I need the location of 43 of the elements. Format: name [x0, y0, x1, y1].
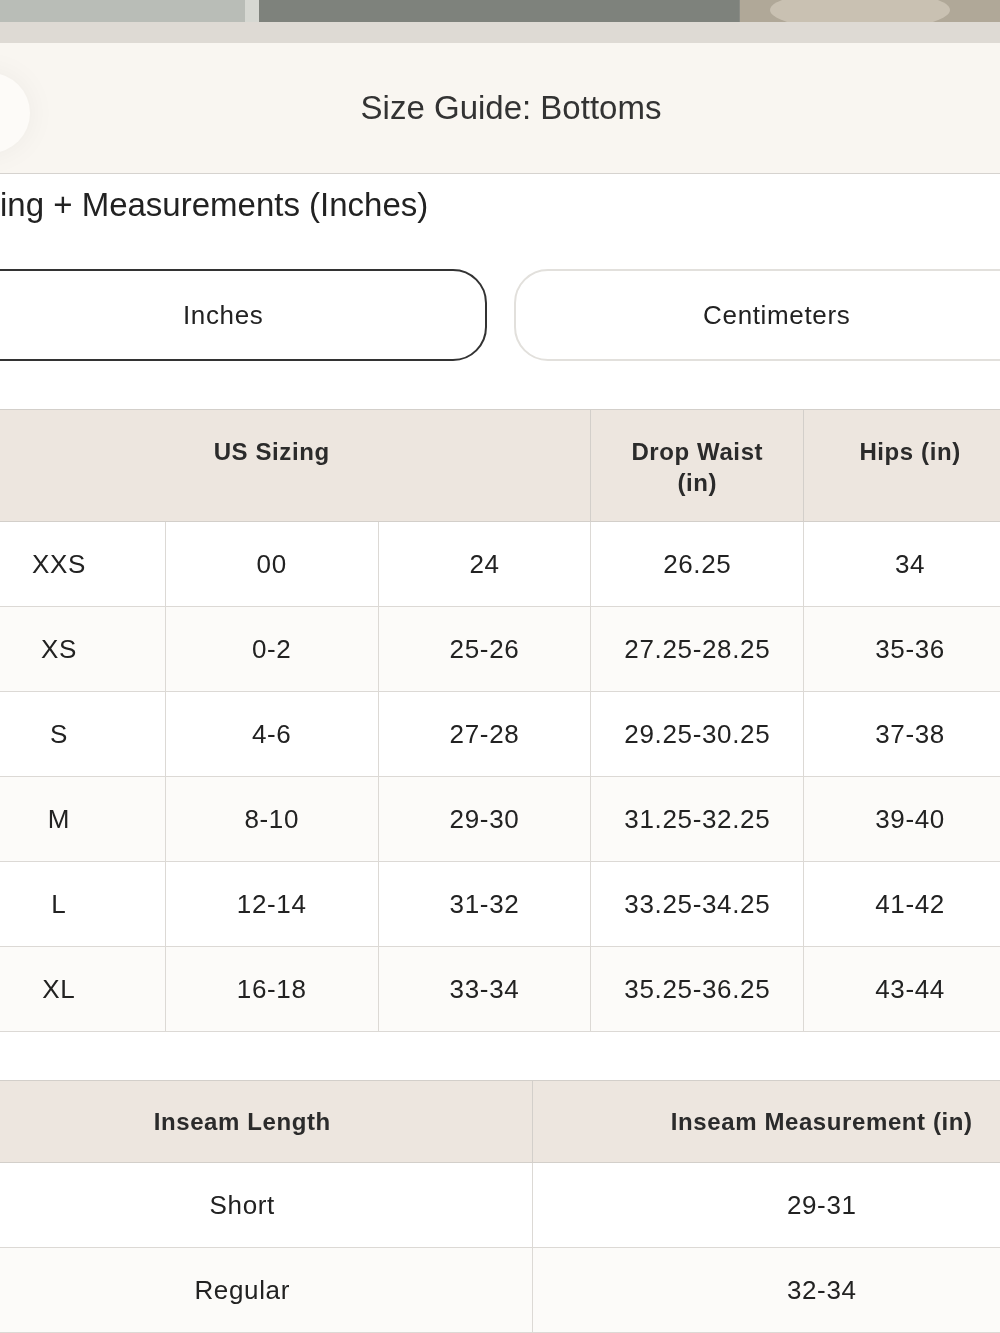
table-cell: 31-32 — [378, 861, 591, 947]
table-cell: 29-31 — [532, 1162, 1000, 1248]
table-cell: 37-38 — [803, 691, 1000, 777]
table-cell: 33-34 — [378, 946, 591, 1032]
table-cell: 29-30 — [378, 776, 591, 862]
section-heading: ing + Measurements (Inches) — [0, 185, 429, 223]
unit-toggle[interactable]: Centimeters — [513, 269, 1000, 361]
table-cell: 12-14 — [165, 861, 379, 947]
column-header: Drop Waist (in) — [590, 409, 804, 522]
table-cell: 29.25-30.25 — [590, 691, 804, 777]
table-cell: 41-42 — [803, 861, 1000, 947]
table-cell: 8-10 — [165, 776, 379, 862]
table-cell: 4-6 — [165, 691, 379, 777]
table-cell: 31.25-32.25 — [590, 776, 804, 862]
table-cell: L — [0, 861, 166, 947]
table-cell: 24 — [378, 521, 591, 607]
table-cell: 16-18 — [165, 946, 379, 1032]
table-cell: 27-28 — [378, 691, 591, 777]
table-cell: 35.25-36.25 — [590, 946, 804, 1032]
table-cell: 32-34 — [532, 1247, 1000, 1333]
table-cell: 33.25-34.25 — [590, 861, 804, 947]
column-header: Hips (in) — [803, 409, 1000, 522]
table-cell: S — [0, 691, 166, 777]
unit-toggle[interactable]: Inches — [0, 269, 487, 361]
table-cell: 00 — [165, 521, 379, 607]
table-cell: Short — [0, 1162, 532, 1248]
column-header: Inseam Measurement (in) — [532, 1080, 1000, 1163]
table-cell: 35-36 — [803, 606, 1000, 692]
table-cell: 34 — [803, 521, 1000, 607]
column-header: US Sizing — [0, 409, 591, 522]
table-cell: M — [0, 776, 166, 862]
table-cell: 27.25-28.25 — [590, 606, 804, 692]
table-cell: 25-26 — [378, 606, 591, 692]
table-cell: XXS — [0, 521, 166, 607]
table-cell: XL — [0, 946, 166, 1032]
table-cell: Regular — [0, 1247, 532, 1333]
table-cell: 26.25 — [590, 521, 804, 607]
modal-title: Size Guide: Bottoms — [359, 87, 662, 128]
table-cell: XS — [0, 606, 166, 692]
table-cell: 43-44 — [803, 946, 1000, 1032]
column-header: Inseam Length — [0, 1080, 532, 1163]
table-cell: 39-40 — [803, 776, 1000, 862]
table-cell: 0-2 — [165, 606, 379, 692]
